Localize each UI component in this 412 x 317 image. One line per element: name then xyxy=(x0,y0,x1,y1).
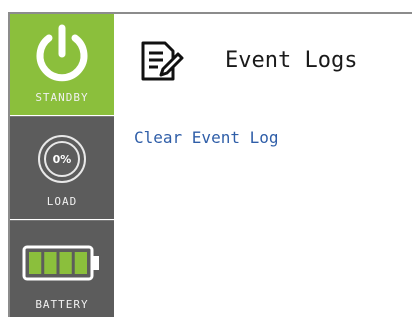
load-tile[interactable]: 0% LOAD xyxy=(10,116,114,219)
battery-charge-bar xyxy=(74,252,87,274)
load-gauge-icon: 0% xyxy=(10,133,114,185)
battery-icon xyxy=(10,245,114,281)
battery-charge-bar xyxy=(29,252,42,274)
power-icon xyxy=(10,22,114,86)
document-edit-icon xyxy=(141,41,184,81)
load-percent-text: 0% xyxy=(53,153,72,166)
standby-label: STANDBY xyxy=(35,91,89,104)
page-title: Event Logs xyxy=(225,48,358,73)
load-label: LOAD xyxy=(46,195,78,208)
standby-tile[interactable]: STANDBY xyxy=(10,14,114,115)
battery-charge-bar xyxy=(59,252,72,274)
battery-charge-bar xyxy=(44,252,57,274)
clear-event-log-link[interactable]: Clear Event Log xyxy=(134,128,279,147)
status-sidebar: STANDBY 0% LOAD BATTERY xyxy=(10,14,114,317)
header-icon-wrap xyxy=(139,36,185,86)
battery-tile[interactable]: BATTERY xyxy=(10,220,114,317)
battery-label: BATTERY xyxy=(35,298,89,311)
